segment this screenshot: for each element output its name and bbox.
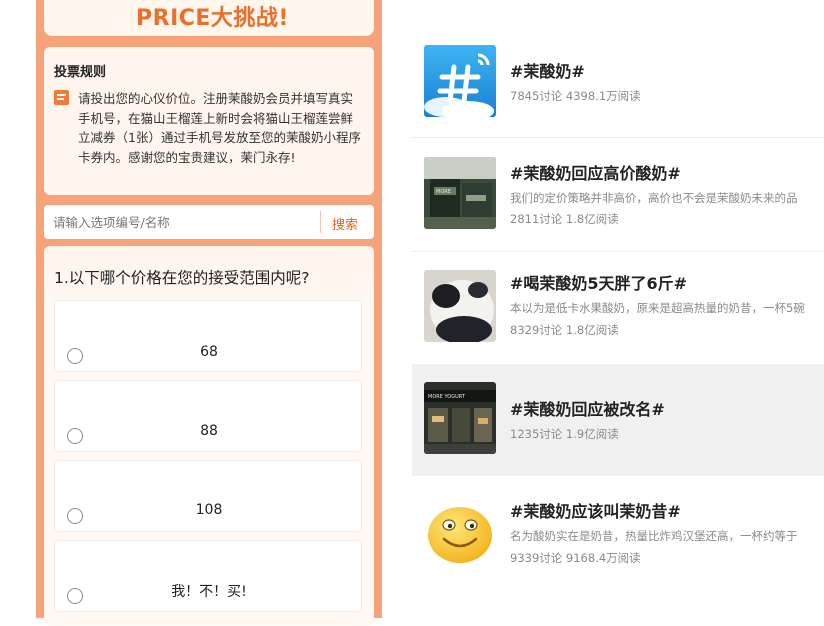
divider xyxy=(412,137,824,138)
topic-item-highlighted[interactable]: MORE YOGURT #茉酸奶回应被改名# 1235讨论 1.9亿阅读 xyxy=(412,364,824,476)
topic-title[interactable]: #茉酸奶回应被改名# xyxy=(510,396,665,420)
topic-title[interactable]: #茉酸奶# xyxy=(510,58,585,82)
option-label: 88 xyxy=(200,423,218,439)
vote-panel: PRICE大挑战! 投票规则 请投出您的心仪价位。注册茉酸奶会员并填写真实手机号… xyxy=(36,0,382,626)
question-card: 1.以下哪个价格在您的接受范围内呢? 68 88 108 我！不！买! xyxy=(44,246,374,626)
topic-title[interactable]: #茉酸奶回应高价酸奶# xyxy=(510,160,681,184)
option-label: 108 xyxy=(195,502,223,518)
topic-stats: 1235讨论 1.9亿阅读 xyxy=(510,427,619,441)
topic-stats: 2811讨论 1.8亿阅读 xyxy=(510,212,619,226)
divider xyxy=(412,251,824,252)
topic-description: 本以为是低卡水果酸奶，原来是超高热量的奶昔，一杯5碗 xyxy=(510,301,805,315)
storefront-photo: MORE YOGURT xyxy=(424,382,496,454)
rules-text: 请投出您的心仪价位。注册茉酸奶会员并填写真实手机号，在猫山王榴莲上新时会将猫山王… xyxy=(78,91,361,165)
svg-text:MORE YOGURT: MORE YOGURT xyxy=(428,394,466,400)
topic-item[interactable]: #喝茉酸奶5天胖了6斤# 本以为是低卡水果酸奶，原来是超高热量的奶昔，一杯5碗 … xyxy=(412,262,824,357)
topic-title[interactable]: #喝茉酸奶5天胖了6斤# xyxy=(510,270,687,294)
banner: PRICE大挑战! xyxy=(44,0,374,36)
option-label: 我！不！买! xyxy=(171,584,247,600)
topic-description: 名为酸奶实在是奶昔，热量比炸鸡汉堡还高，一杯约等于 xyxy=(510,529,798,543)
svg-text:MORE: MORE xyxy=(436,189,451,195)
rules-list-icon xyxy=(54,90,69,105)
rules-title: 投票规则 xyxy=(54,65,107,80)
search-bar: 搜索 xyxy=(44,205,374,239)
topic-description: 我们的定价策略并非高价，高价也不会是茉酸奶未来的品 xyxy=(510,191,798,205)
search-input[interactable] xyxy=(44,205,323,239)
search-divider xyxy=(320,211,321,233)
topic-stats: 8329讨论 1.8亿阅读 xyxy=(510,323,619,337)
panda-photo xyxy=(424,270,496,342)
topic-stats: 9339讨论 9168.4万阅读 xyxy=(510,551,641,565)
topic-item[interactable]: #茉酸奶# 7845讨论 4398.1万阅读 xyxy=(412,40,824,132)
smiley-emoji xyxy=(424,497,496,569)
question-title: 1.以下哪个价格在您的接受范围内呢? xyxy=(54,269,310,287)
hashtag-icon xyxy=(424,45,496,117)
topic-title[interactable]: #茉酸奶应该叫茉奶昔# xyxy=(510,498,681,522)
option-68[interactable]: 68 xyxy=(54,300,362,372)
banner-title: PRICE大挑战! xyxy=(136,6,289,31)
store-photo: MORE xyxy=(424,157,496,229)
topic-item[interactable]: #茉酸奶应该叫茉奶昔# 名为酸奶实在是奶昔，热量比炸鸡汉堡还高，一杯约等于 93… xyxy=(412,488,824,583)
topic-stats: 7845讨论 4398.1万阅读 xyxy=(510,89,641,103)
search-button[interactable]: 搜索 xyxy=(332,214,358,233)
option-not-buy[interactable]: 我！不！买! xyxy=(54,540,362,612)
vote-rules-card: 投票规则 请投出您的心仪价位。注册茉酸奶会员并填写真实手机号，在猫山王榴莲上新时… xyxy=(44,47,374,195)
option-108[interactable]: 108 xyxy=(54,460,362,532)
option-88[interactable]: 88 xyxy=(54,380,362,452)
option-label: 68 xyxy=(200,344,218,360)
topic-item[interactable]: MORE #茉酸奶回应高价酸奶# 我们的定价策略并非高价，高价也不会是茉酸奶未来… xyxy=(412,150,824,245)
